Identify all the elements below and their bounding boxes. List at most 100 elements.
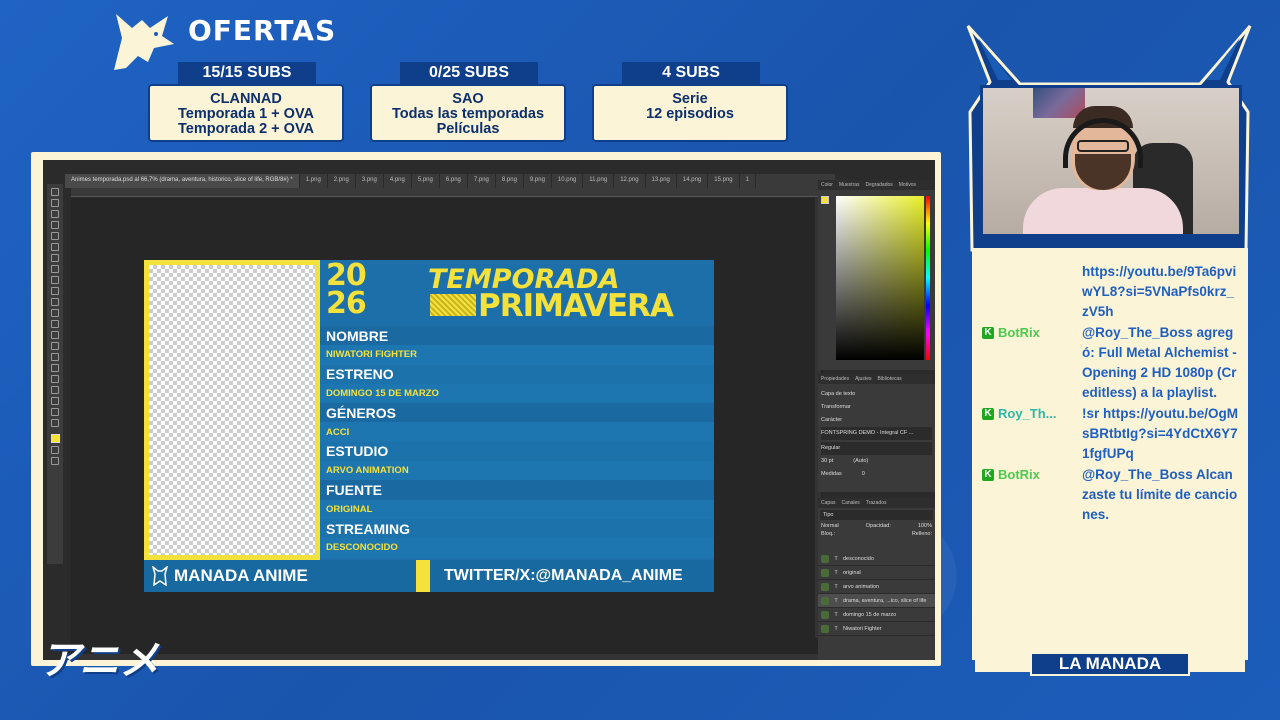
- kerning-field[interactable]: Medidas: [821, 468, 842, 481]
- tab-file[interactable]: 4.png: [384, 174, 412, 188]
- eye-icon[interactable]: [821, 596, 829, 605]
- opacity-field[interactable]: 100%: [918, 523, 932, 529]
- tab-ajustes[interactable]: Ajustes: [855, 376, 871, 382]
- field-label: NOMBRE: [320, 326, 714, 346]
- tab-file[interactable]: 15.png: [708, 174, 740, 188]
- crop-tool-icon[interactable]: [51, 232, 59, 240]
- dodge-tool-icon[interactable]: [51, 342, 59, 350]
- color-picker-field[interactable]: [836, 196, 924, 360]
- design-document[interactable]: 20 26 TEMPORADA PRIMAVERA NOMBRE NIWATOR…: [144, 260, 714, 592]
- tab-file[interactable]: 1: [740, 174, 756, 188]
- layer-filter[interactable]: Tipo: [820, 510, 933, 520]
- type-tool-icon[interactable]: [51, 364, 59, 372]
- properties-body: Capa de texto Transformar Carácter FONTS…: [818, 384, 935, 485]
- lasso-tool-icon[interactable]: [51, 210, 59, 218]
- shape-tool-icon[interactable]: [51, 386, 59, 394]
- brush-tool-icon[interactable]: [51, 276, 59, 284]
- font-style-select[interactable]: Regular: [821, 442, 932, 455]
- tab-propiedades[interactable]: Propiedades: [821, 376, 849, 382]
- chat-text: @Roy_The_Boss Alcanzaste tu límite de ca…: [1082, 467, 1238, 522]
- tab-muestras[interactable]: Muestras: [839, 182, 860, 188]
- tab-file[interactable]: 10.png: [552, 174, 584, 188]
- eraser-tool-icon[interactable]: [51, 309, 59, 317]
- tab-file[interactable]: 8.png: [496, 174, 524, 188]
- move-tool-icon[interactable]: [51, 188, 59, 196]
- tab-file[interactable]: 5.png: [412, 174, 440, 188]
- gradient-tool-icon[interactable]: [51, 320, 59, 328]
- screen-mode-icon[interactable]: [51, 457, 59, 465]
- healing-tool-icon[interactable]: [51, 265, 59, 273]
- frame-tool-icon[interactable]: [51, 243, 59, 251]
- type-layer-icon: T: [834, 625, 838, 632]
- foreground-color-swatch[interactable]: [50, 434, 60, 443]
- leading-field[interactable]: (Auto): [853, 455, 868, 468]
- path-select-tool-icon[interactable]: [51, 375, 59, 383]
- quick-select-tool-icon[interactable]: [51, 221, 59, 229]
- kick-badge-icon: K: [982, 408, 994, 420]
- tab-file[interactable]: 1.png: [300, 174, 328, 188]
- tab-file[interactable]: 12.png: [614, 174, 646, 188]
- history-brush-icon[interactable]: [51, 298, 59, 306]
- offer-body: CLANNAD Temporada 1 + OVA Temporada 2 + …: [148, 84, 344, 142]
- layer-row-selected[interactable]: Tdrama, aventura, ...ico, slice of life: [818, 594, 935, 608]
- tab-file[interactable]: 9.png: [524, 174, 552, 188]
- blend-mode-select[interactable]: Normal: [821, 523, 839, 529]
- tab-file[interactable]: 14.png: [677, 174, 709, 188]
- webcam-feed: [980, 85, 1242, 237]
- type-layer-icon: T: [834, 555, 838, 562]
- layer-row[interactable]: Toriginal: [818, 566, 935, 580]
- hand-tool-icon[interactable]: [51, 397, 59, 405]
- transform-section[interactable]: Transformar: [821, 401, 932, 414]
- tab-capas[interactable]: Capas: [821, 500, 835, 506]
- chat-author: [982, 262, 1078, 322]
- tab-file[interactable]: 7.png: [468, 174, 496, 188]
- tab-file[interactable]: 13.png: [646, 174, 677, 188]
- anime-katakana-logo: アニメ: [40, 639, 160, 683]
- marquee-tool-icon[interactable]: [51, 199, 59, 207]
- field-value-editing[interactable]: ACCI: [320, 422, 714, 442]
- blend-row: Normal Opacidad: 100%: [818, 522, 935, 530]
- tab-degradados[interactable]: Degradados: [866, 182, 893, 188]
- color-swatch[interactable]: [821, 196, 829, 204]
- quick-mask-icon[interactable]: [51, 446, 59, 454]
- tab-file[interactable]: 3.png: [356, 174, 384, 188]
- layer-row[interactable]: Tarvo animation: [818, 580, 935, 594]
- properties-panel: Propiedades Ajustes Bibliotecas Capa de …: [818, 374, 935, 492]
- blur-tool-icon[interactable]: [51, 331, 59, 339]
- tab-file[interactable]: 6.png: [440, 174, 468, 188]
- zoom-tool-icon[interactable]: [51, 408, 59, 416]
- eye-icon[interactable]: [821, 624, 829, 633]
- layer-row[interactable]: Tdomingo 15 de marzo: [818, 608, 935, 622]
- tab-active-document[interactable]: Animes temporada.psd al 66,7% (drama, av…: [65, 174, 300, 188]
- type-layer-icon: T: [834, 597, 838, 604]
- primavera-title: PRIMAVERA: [478, 288, 674, 324]
- tracking-field[interactable]: 0: [862, 468, 865, 481]
- tab-color[interactable]: Color: [821, 182, 833, 188]
- eye-icon[interactable]: [821, 582, 829, 591]
- kerning-row: Medidas 0: [821, 468, 932, 481]
- layer-name: domingo 15 de marzo: [843, 611, 897, 618]
- document-tabs: Animes temporada.psd al 66,7% (drama, av…: [65, 174, 835, 188]
- eye-icon[interactable]: [821, 610, 829, 619]
- tab-motivos[interactable]: Motivos: [899, 182, 916, 188]
- tab-file[interactable]: 2.png: [328, 174, 356, 188]
- poster-image-frame: [144, 260, 320, 560]
- character-section[interactable]: Carácter: [821, 414, 932, 427]
- eye-icon[interactable]: [821, 554, 829, 563]
- more-tools-icon[interactable]: [51, 419, 59, 427]
- layer-row[interactable]: T Niwatori Fighter: [818, 622, 935, 636]
- tab-trazados[interactable]: Trazados: [866, 500, 887, 506]
- tab-file[interactable]: 11.png: [583, 174, 615, 188]
- hue-slider[interactable]: [926, 196, 930, 360]
- horizontal-scrollbar[interactable]: [71, 654, 823, 660]
- eyedropper-tool-icon[interactable]: [51, 254, 59, 262]
- layer-row[interactable]: Tdesconocido: [818, 552, 935, 566]
- offer-card-clannad: 15/15 SUBS CLANNAD Temporada 1 + OVA Tem…: [148, 62, 344, 142]
- eye-icon[interactable]: [821, 568, 829, 577]
- tab-canales[interactable]: Canales: [841, 500, 859, 506]
- font-family-select[interactable]: FONTSPRING DEMO - Integral CF ...: [821, 427, 932, 440]
- tab-bibliotecas[interactable]: Bibliotecas: [877, 376, 901, 382]
- pen-tool-icon[interactable]: [51, 353, 59, 361]
- stamp-tool-icon[interactable]: [51, 287, 59, 295]
- font-size-field[interactable]: 30 pt: [821, 455, 833, 468]
